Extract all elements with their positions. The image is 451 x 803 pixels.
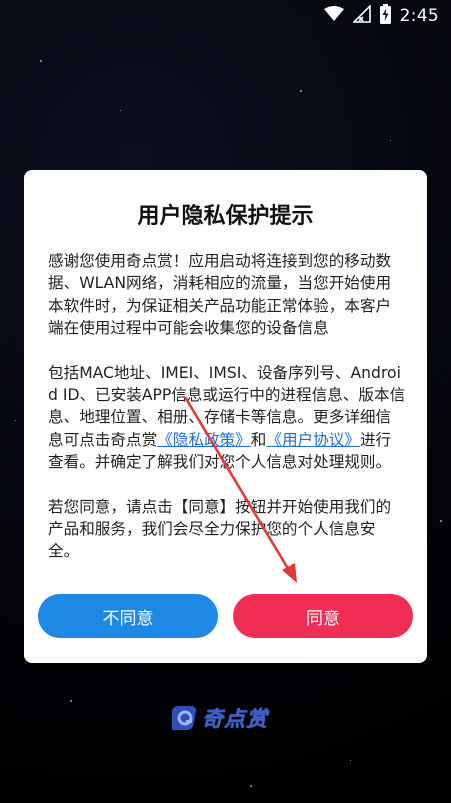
star bbox=[250, 785, 252, 787]
star bbox=[15, 420, 16, 421]
user-agreement-link[interactable]: 《用户协议》 bbox=[266, 431, 360, 449]
star bbox=[40, 60, 42, 62]
star bbox=[120, 110, 121, 111]
status-bar: 2:45 bbox=[0, 0, 451, 32]
star bbox=[440, 520, 442, 522]
star bbox=[70, 700, 72, 702]
disagree-button[interactable]: 不同意 bbox=[38, 594, 218, 638]
privacy-policy-link[interactable]: 《隐私政策》 bbox=[157, 431, 251, 449]
app-logo: 奇点赏 bbox=[172, 703, 268, 733]
dialog-body: 感谢您使用奇点赏！应用启动将连接到您的移动数据、WLAN网络，消耗相应的流量，当… bbox=[48, 250, 406, 585]
star bbox=[350, 760, 351, 761]
cellular-signal-icon bbox=[351, 3, 371, 28]
logo-text: 奇点赏 bbox=[202, 707, 268, 731]
status-icons: 2:45 bbox=[323, 3, 439, 29]
battery-charging-icon bbox=[379, 3, 391, 29]
agree-button[interactable]: 同意 bbox=[233, 594, 413, 638]
privacy-dialog: 用户隐私保护提示 感谢您使用奇点赏！应用启动将连接到您的移动数据、WLAN网络，… bbox=[24, 170, 427, 663]
app-screen: 2:45 用户隐私保护提示 感谢您使用奇点赏！应用启动将连接到您的移动数据、WL… bbox=[0, 0, 451, 803]
wifi-icon bbox=[323, 5, 344, 27]
status-time: 2:45 bbox=[399, 6, 439, 26]
logo-icon bbox=[172, 706, 197, 730]
dialog-title: 用户隐私保护提示 bbox=[137, 204, 314, 229]
consent-paragraph: 若您同意，请点击【同意】按钮并开始使用我们的产品和服务，我们会尽全力保护您的个人… bbox=[48, 497, 392, 561]
data-collection-paragraph: 包括MAC地址、IMEI、IMSI、设备序列号、Android ID、已安装AP… bbox=[48, 362, 406, 474]
star bbox=[300, 90, 302, 92]
and-text: 和 bbox=[250, 430, 267, 449]
star bbox=[390, 140, 391, 141]
intro-paragraph: 感谢您使用奇点赏！应用启动将连接到您的移动数据、WLAN网络，消耗相应的流量，当… bbox=[48, 252, 392, 338]
